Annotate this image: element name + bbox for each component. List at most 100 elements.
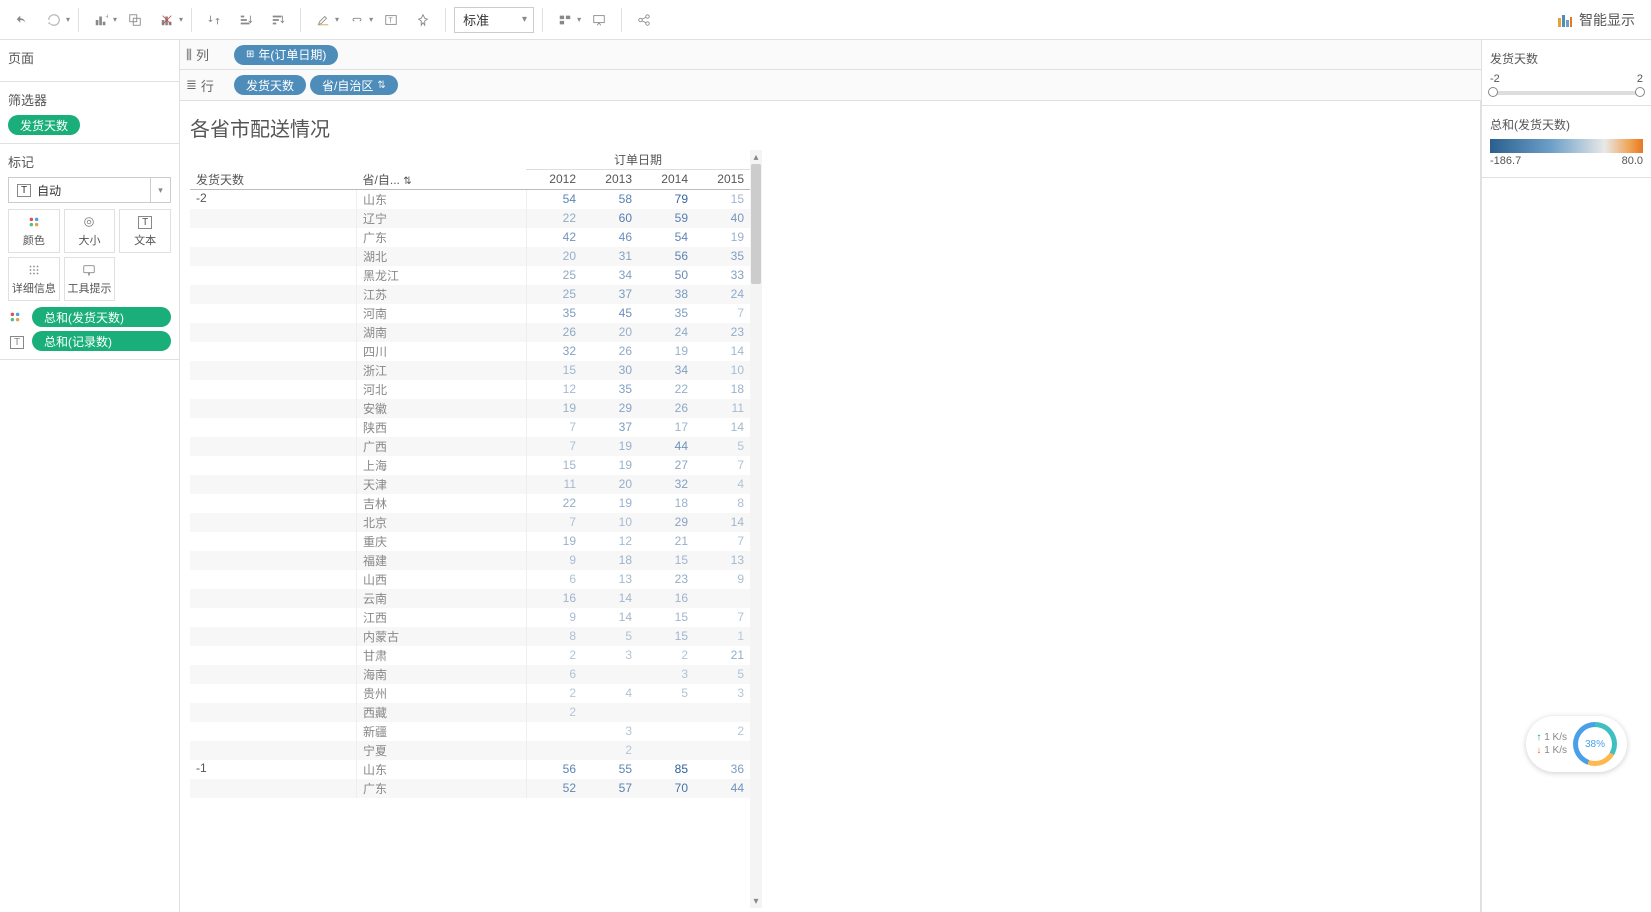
value-cell[interactable] (526, 722, 582, 741)
mark-cell-详细信息[interactable]: 详细信息 (8, 257, 60, 301)
province-cell[interactable]: 河北 (357, 380, 526, 399)
value-cell[interactable]: 54 (526, 189, 582, 209)
highlight-dropdown[interactable]: ▾ (309, 6, 339, 34)
value-cell[interactable]: 14 (694, 342, 750, 361)
presentation-button[interactable] (585, 6, 613, 34)
province-cell[interactable]: 天津 (357, 475, 526, 494)
fit-dropdown[interactable]: 标准 (454, 7, 534, 33)
value-cell[interactable]: 7 (526, 418, 582, 437)
undo-button[interactable] (8, 6, 36, 34)
value-cell[interactable]: 10 (582, 513, 638, 532)
value-cell[interactable]: 56 (526, 760, 582, 779)
value-cell[interactable]: 5 (694, 437, 750, 456)
value-cell[interactable]: 1 (694, 627, 750, 646)
value-cell[interactable]: 25 (526, 285, 582, 304)
value-cell[interactable]: 7 (526, 513, 582, 532)
province-cell[interactable]: 江苏 (357, 285, 526, 304)
value-cell[interactable]: 4 (582, 684, 638, 703)
value-cell[interactable]: 22 (526, 209, 582, 228)
value-cell[interactable]: 24 (694, 285, 750, 304)
value-cell[interactable]: 4 (694, 475, 750, 494)
value-cell[interactable]: 79 (638, 189, 694, 209)
value-cell[interactable]: 21 (694, 646, 750, 665)
province-cell[interactable]: 湖北 (357, 247, 526, 266)
value-cell[interactable]: 2 (526, 646, 582, 665)
value-cell[interactable]: 24 (638, 323, 694, 342)
value-cell[interactable] (582, 665, 638, 684)
col-header-2015[interactable]: 2015 (694, 170, 750, 190)
value-cell[interactable]: 18 (694, 380, 750, 399)
col-header-2014[interactable]: 2014 (638, 170, 694, 190)
value-cell[interactable]: 20 (582, 475, 638, 494)
value-cell[interactable]: 26 (638, 399, 694, 418)
value-cell[interactable]: 59 (638, 209, 694, 228)
value-cell[interactable]: 26 (582, 342, 638, 361)
value-cell[interactable]: 34 (638, 361, 694, 380)
col-header-2012[interactable]: 2012 (526, 170, 582, 190)
value-cell[interactable]: 5 (582, 627, 638, 646)
value-cell[interactable] (526, 741, 582, 760)
province-cell[interactable]: 北京 (357, 513, 526, 532)
value-cell[interactable]: 40 (694, 209, 750, 228)
filter-pill-ship-days[interactable]: 发货天数 (8, 115, 80, 135)
value-cell[interactable]: 8 (694, 494, 750, 513)
value-cell[interactable]: 3 (694, 684, 750, 703)
col-header-2013[interactable]: 2013 (582, 170, 638, 190)
new-sheet-dropdown[interactable]: +▾ (87, 6, 117, 34)
redo-dropdown[interactable]: ▾ (40, 6, 70, 34)
swap-button[interactable] (200, 6, 228, 34)
slider-thumb-min[interactable] (1488, 87, 1498, 97)
value-cell[interactable] (582, 703, 638, 722)
marks-type-select[interactable]: T自动 ▾ (8, 177, 171, 203)
value-cell[interactable]: 44 (638, 437, 694, 456)
value-cell[interactable]: 11 (526, 475, 582, 494)
value-cell[interactable]: 58 (582, 189, 638, 209)
label-button[interactable]: T (377, 6, 405, 34)
province-cell[interactable]: 山西 (357, 570, 526, 589)
province-cell[interactable]: 山东 (357, 189, 526, 209)
value-cell[interactable]: 7 (694, 608, 750, 627)
show-me-button[interactable]: 智能显示 (1557, 10, 1643, 30)
value-cell[interactable]: 2 (526, 684, 582, 703)
value-cell[interactable]: 6 (526, 570, 582, 589)
value-cell[interactable]: 19 (694, 228, 750, 247)
value-cell[interactable]: 34 (582, 266, 638, 285)
value-cell[interactable]: 15 (694, 189, 750, 209)
value-cell[interactable]: 20 (526, 247, 582, 266)
value-cell[interactable]: 36 (694, 760, 750, 779)
value-cell[interactable]: 33 (694, 266, 750, 285)
value-cell[interactable]: 7 (694, 532, 750, 551)
encoding-pill[interactable]: 总和(记录数) (32, 331, 171, 351)
value-cell[interactable]: 19 (526, 532, 582, 551)
value-cell[interactable]: 6 (526, 665, 582, 684)
mark-cell-文本[interactable]: T文本 (119, 209, 171, 253)
value-cell[interactable] (638, 741, 694, 760)
value-cell[interactable]: 22 (638, 380, 694, 399)
value-cell[interactable]: 14 (694, 418, 750, 437)
province-cell[interactable]: 四川 (357, 342, 526, 361)
value-cell[interactable]: 16 (526, 589, 582, 608)
province-cell[interactable]: 重庆 (357, 532, 526, 551)
pill-ship-days[interactable]: 发货天数 (234, 75, 306, 95)
value-cell[interactable]: 19 (582, 456, 638, 475)
value-cell[interactable]: 27 (638, 456, 694, 475)
value-cell[interactable]: 56 (638, 247, 694, 266)
value-cell[interactable]: 54 (638, 228, 694, 247)
value-cell[interactable]: 7 (694, 304, 750, 323)
value-cell[interactable]: 15 (638, 551, 694, 570)
province-cell[interactable]: 新疆 (357, 722, 526, 741)
value-cell[interactable] (638, 722, 694, 741)
value-cell[interactable]: 20 (582, 323, 638, 342)
province-cell[interactable]: 湖南 (357, 323, 526, 342)
province-cell[interactable]: 黑龙江 (357, 266, 526, 285)
value-cell[interactable]: 15 (638, 627, 694, 646)
value-cell[interactable]: 50 (638, 266, 694, 285)
value-cell[interactable]: 23 (638, 570, 694, 589)
value-cell[interactable]: 15 (638, 608, 694, 627)
value-cell[interactable] (694, 589, 750, 608)
row-header-2[interactable]: 省/自... ⇅ (357, 170, 526, 190)
province-cell[interactable]: 陕西 (357, 418, 526, 437)
value-cell[interactable]: 18 (638, 494, 694, 513)
value-cell[interactable]: 55 (582, 760, 638, 779)
province-cell[interactable]: 河南 (357, 304, 526, 323)
